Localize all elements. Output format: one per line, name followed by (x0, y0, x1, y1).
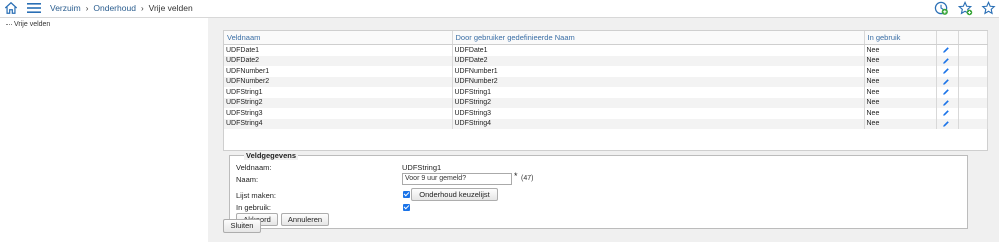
veldgegevens-fieldset: Veldgegevens Veldnaam: UDFString1 Naam: … (229, 151, 968, 229)
cell-in-gebruik: Nee (864, 97, 937, 108)
cell-naam: UDFString2 (452, 97, 865, 108)
column-header-veldnaam[interactable]: Veldnaam (224, 31, 453, 45)
cell-blank (958, 97, 988, 108)
cell-edit (936, 118, 959, 129)
cell-edit (936, 76, 959, 87)
breadcrumb-verzuim[interactable]: Verzuim (50, 3, 81, 13)
fields-table: Veldnaam Door gebruiker gedefinieerde Na… (223, 30, 988, 151)
pencil-icon[interactable] (942, 99, 950, 107)
veldnaam-label: Veldnaam: (236, 163, 272, 172)
onderhoud-keuzelijst-button[interactable]: Onderhoud keuzelijst (411, 188, 498, 201)
pencil-icon[interactable] (942, 57, 950, 65)
fieldset-legend: Veldgegevens (244, 151, 299, 160)
cell-blank (958, 118, 988, 129)
in-gebruik-label: In gebruik: (236, 203, 272, 212)
table-row[interactable]: UDFDate2 UDFDate2 Nee (224, 55, 988, 66)
pencil-icon[interactable] (942, 67, 950, 75)
cell-blank (958, 76, 988, 87)
cell-blank (958, 87, 988, 98)
field-details-panel: Veldgegevens Veldnaam: UDFString1 Naam: … (223, 151, 986, 229)
cell-edit (936, 87, 959, 98)
cell-veldnaam: UDFString1 (224, 87, 453, 98)
menu-icon[interactable] (27, 2, 41, 14)
home-icon[interactable] (4, 1, 18, 15)
cell-in-gebruik: Nee (864, 76, 937, 87)
cell-edit (936, 66, 959, 77)
cell-in-gebruik: Nee (864, 66, 937, 77)
cell-naam: UDFDate2 (452, 55, 865, 66)
cell-veldnaam: UDFString2 (224, 97, 453, 108)
required-marker: * (514, 171, 518, 181)
pencil-icon[interactable] (942, 109, 950, 117)
pencil-icon[interactable] (942, 120, 950, 128)
cell-in-gebruik: Nee (864, 55, 937, 66)
cell-naam: UDFString1 (452, 87, 865, 98)
cell-veldnaam: UDFString4 (224, 118, 453, 129)
star-plus-icon[interactable] (958, 1, 973, 16)
column-header-naam[interactable]: Door gebruiker gedefinieerde Naam (452, 31, 865, 45)
table-row[interactable]: UDFString1 UDFString1 Nee (224, 87, 988, 98)
veldnaam-value: UDFString1 (402, 163, 442, 172)
naam-label: Naam: (236, 175, 259, 184)
annuleren-button[interactable]: Annuleren (281, 213, 329, 226)
cell-in-gebruik: Nee (864, 87, 937, 98)
lijst-maken-label: Lijst maken: (236, 191, 277, 200)
cell-veldnaam: UDFDate1 (224, 44, 453, 56)
breadcrumb: Verzuim › Onderhoud › Vrije velden (50, 3, 193, 13)
cell-edit (936, 55, 959, 66)
char-count: (47) (521, 175, 534, 182)
column-header-in-gebruik[interactable]: In gebruik (864, 31, 937, 45)
sidebar-tree: Vrije velden (0, 18, 208, 242)
cell-blank (958, 55, 988, 66)
pencil-icon[interactable] (942, 88, 950, 96)
table-row[interactable]: UDFNumber1 UDFNumber1 Nee (224, 66, 988, 77)
cell-naam: UDFDate1 (452, 44, 865, 56)
table-row[interactable]: UDFString2 UDFString2 Nee (224, 97, 988, 108)
cell-in-gebruik: Nee (864, 44, 937, 56)
column-header-blank (958, 31, 988, 45)
pencil-icon[interactable] (942, 46, 950, 54)
cell-blank (958, 108, 988, 119)
cell-naam: UDFString4 (452, 118, 865, 129)
cell-veldnaam: UDFNumber1 (224, 66, 453, 77)
column-header-edit (936, 31, 959, 45)
in-gebruik-checkbox[interactable] (403, 204, 410, 211)
breadcrumb-separator: › (85, 4, 89, 13)
cell-edit (936, 44, 959, 56)
pencil-icon[interactable] (942, 78, 950, 86)
table-row[interactable]: UDFDate1 UDFDate1 Nee (224, 44, 988, 56)
cell-naam: UDFNumber2 (452, 76, 865, 87)
table-row[interactable]: UDFString4 UDFString4 Nee (224, 118, 988, 129)
cell-in-gebruik: Nee (864, 108, 937, 119)
cell-veldnaam: UDFNumber2 (224, 76, 453, 87)
lijst-maken-checkbox[interactable] (403, 191, 410, 198)
table-row[interactable]: UDFNumber2 UDFNumber2 Nee (224, 76, 988, 87)
cell-naam: UDFString3 (452, 108, 865, 119)
cell-blank (958, 44, 988, 56)
naam-input[interactable]: Voor 9 uur gemeld? (402, 173, 512, 185)
cell-edit (936, 108, 959, 119)
tree-item-vrije-velden[interactable]: Vrije velden (6, 21, 50, 28)
table-row[interactable]: UDFString3 UDFString3 Nee (224, 108, 988, 119)
table-body: UDFDate1 UDFDate1 Nee UDFDate2 UDFDate2 Nee UD… (224, 44, 988, 129)
breadcrumb-onderhoud[interactable]: Onderhoud (93, 3, 136, 13)
cell-veldnaam: UDFString3 (224, 108, 453, 119)
sluiten-button[interactable]: Sluiten (223, 219, 261, 233)
table-header-row: Veldnaam Door gebruiker gedefinieerde Na… (224, 31, 988, 45)
star-icon[interactable] (981, 1, 996, 16)
cell-blank (958, 66, 988, 77)
top-bar: Verzuim › Onderhoud › Vrije velden (0, 0, 999, 18)
cell-in-gebruik: Nee (864, 118, 937, 129)
cell-edit (936, 97, 959, 108)
clock-icon[interactable] (934, 1, 949, 16)
breadcrumb-separator: › (140, 4, 144, 13)
cell-veldnaam: UDFDate2 (224, 55, 453, 66)
cell-naam: UDFNumber1 (452, 66, 865, 77)
breadcrumb-current: Vrije velden (148, 3, 193, 13)
main-panel: Veldnaam Door gebruiker gedefinieerde Na… (208, 18, 999, 242)
